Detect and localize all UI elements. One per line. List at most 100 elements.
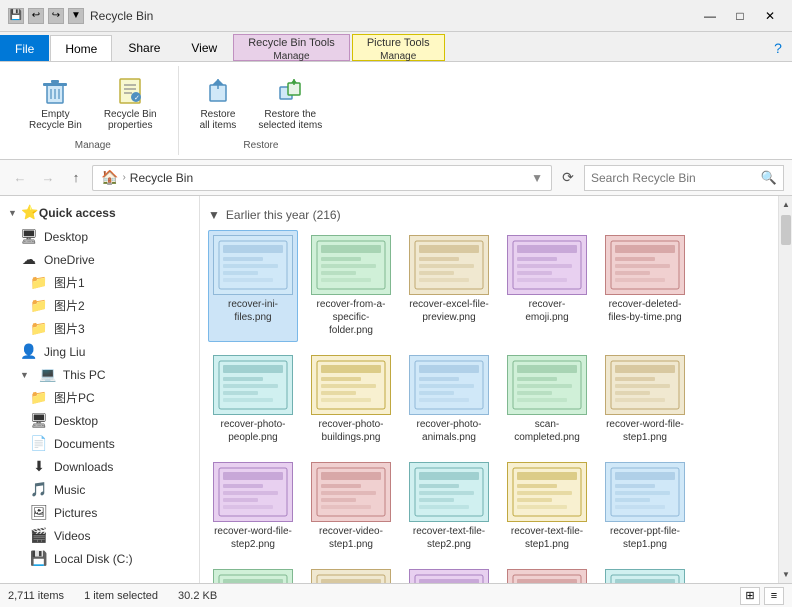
recycle-bin-tools-sub[interactable]: Manage <box>233 51 350 61</box>
search-input[interactable] <box>591 171 757 185</box>
file-item[interactable]: recover-photo-step1.png <box>404 564 494 583</box>
onedrive-label: OneDrive <box>44 253 95 267</box>
section-toggle[interactable]: ▼ <box>208 208 220 222</box>
back-button[interactable]: ← <box>8 166 32 190</box>
tab-share[interactable]: Share <box>113 35 175 61</box>
file-thumbnail <box>311 355 391 415</box>
file-name: recover-photo-animals.png <box>409 418 489 444</box>
file-item[interactable]: recover-word-file-step2.png <box>208 457 298 556</box>
maximize-button[interactable]: □ <box>726 5 754 27</box>
sidebar-item-music[interactable]: 🎵 Music <box>0 478 199 501</box>
file-name: recover-from-a-specific-folder.png <box>311 298 391 337</box>
redo-icon[interactable]: ↪ <box>48 8 64 24</box>
recycle-properties-button[interactable]: ✓ Recycle Binproperties <box>95 70 166 136</box>
search-icon[interactable]: 🔍 <box>761 170 777 186</box>
manage-tab-1[interactable]: Manage <box>234 51 349 62</box>
file-item[interactable]: recover-data-step3 - Copy.png <box>306 564 396 583</box>
manage-buttons: EmptyRecycle Bin ✓ Recycle Binproperties <box>20 70 166 136</box>
file-item[interactable]: recover-word-file-step1.png <box>600 350 690 449</box>
restore-selected-icon <box>274 75 306 107</box>
sidebar-item-this-pc[interactable]: ▼ 💻 This PC <box>0 363 199 386</box>
manage-tab-2[interactable]: Manage <box>353 51 444 62</box>
vertical-scrollbar[interactable]: ▲ ▼ <box>778 196 792 583</box>
file-name: recover-excel-file-preview.png <box>409 298 489 324</box>
file-thumbnail <box>507 569 587 583</box>
undo-icon[interactable]: ↩ <box>28 8 44 24</box>
large-icons-view-button[interactable]: ⊞ <box>740 587 760 605</box>
file-item[interactable]: recover-photo-buildings.png <box>306 350 396 449</box>
pictures-label: Pictures <box>54 506 97 520</box>
desktop-icon: 🖥 <box>20 228 38 245</box>
forward-button[interactable]: → <box>36 166 60 190</box>
customize-icon[interactable]: ▼ <box>68 8 84 24</box>
sidebar-item-local-disk[interactable]: 💾 Local Disk (C:) <box>0 547 199 570</box>
desktop2-label: Desktop <box>54 414 98 428</box>
file-item[interactable]: recover-ini-files.png <box>208 230 298 342</box>
picture-tools-sub[interactable]: Manage <box>352 51 445 61</box>
file-item[interactable]: recover-photo-people.png <box>208 350 298 449</box>
onedrive-icon: ☁ <box>20 251 38 268</box>
up-button[interactable]: ↑ <box>64 166 88 190</box>
item-count: 2,711 items <box>8 590 64 602</box>
file-item[interactable]: recover-ppt-file-step2.png <box>208 564 298 583</box>
file-item[interactable]: scan-completed.png <box>502 350 592 449</box>
sidebar-item-folder3[interactable]: 📁 图片3 <box>0 317 199 340</box>
sidebar-item-videos[interactable]: 🎬 Videos <box>0 524 199 547</box>
refresh-button[interactable]: ⟳ <box>556 166 580 190</box>
restore-selected-button[interactable]: Restore theselected items <box>249 70 331 136</box>
help-button[interactable]: ? <box>764 35 792 61</box>
file-thumbnail <box>605 569 685 583</box>
restore-all-button[interactable]: Restoreall items <box>191 70 246 136</box>
quick-access-section: ▼ ⭐ Quick access 🖥 Desktop ☁ OneDrive 📁 … <box>0 200 199 570</box>
sidebar-item-documents[interactable]: 📄 Documents <box>0 432 199 455</box>
sidebar-item-desktop2[interactable]: 🖥 Desktop <box>0 409 199 432</box>
save-icon[interactable]: 💾 <box>8 8 24 24</box>
minimize-button[interactable]: — <box>696 5 724 27</box>
sidebar-item-onedrive[interactable]: ☁ OneDrive <box>0 248 199 271</box>
sidebar-item-folder2[interactable]: 📁 图片2 <box>0 294 199 317</box>
file-item[interactable]: recover-photo-animals.png <box>404 350 494 449</box>
quick-access-header[interactable]: ▼ ⭐ Quick access <box>0 200 199 225</box>
file-item[interactable]: recover-pdf-file-step1.png <box>600 564 690 583</box>
videos-label: Videos <box>54 529 90 543</box>
file-item[interactable]: recover-video-step1.png <box>306 457 396 556</box>
file-thumbnail <box>605 355 685 415</box>
file-item[interactable]: recover-ppt-file-step1.png <box>600 457 690 556</box>
file-name: recover-video-step1.png <box>311 525 391 551</box>
title-bar-left: 💾 ↩ ↪ ▼ Recycle Bin <box>8 8 153 24</box>
file-name: recover-photo-people.png <box>213 418 293 444</box>
properties-label: Recycle Binproperties <box>104 109 157 131</box>
restore-selected-label: Restore theselected items <box>258 109 322 131</box>
path-dropdown-icon[interactable]: ▼ <box>531 171 543 185</box>
file-thumbnail <box>213 235 293 295</box>
sidebar-item-jing-liu[interactable]: 👤 Jing Liu <box>0 340 199 363</box>
quick-access-label: Quick access <box>39 206 116 220</box>
sidebar-item-desktop[interactable]: 🖥 Desktop <box>0 225 199 248</box>
documents-label: Documents <box>54 437 115 451</box>
ribbon-content: EmptyRecycle Bin ✓ Recycle Binproperties… <box>0 62 792 160</box>
sidebar-item-pc-folder[interactable]: 📁 图片PC <box>0 386 199 409</box>
sidebar-item-downloads[interactable]: ⬇ Downloads <box>0 455 199 478</box>
details-view-button[interactable]: ≡ <box>764 587 784 605</box>
file-item[interactable]: recover-excel-file-preview.png <box>404 230 494 342</box>
tab-home[interactable]: Home <box>50 35 112 61</box>
file-item[interactable]: recover-from-a-specific-folder.png <box>306 230 396 342</box>
file-item[interactable]: recover-emoji.png <box>502 230 592 342</box>
content-scroll[interactable]: ▼ Earlier this year (216) recover-ini-fi… <box>200 196 778 583</box>
scroll-up-arrow[interactable]: ▲ <box>779 196 792 213</box>
sidebar-item-pictures[interactable]: 🖼 Pictures <box>0 501 199 524</box>
file-item[interactable]: recover-text-file-step2.png <box>404 457 494 556</box>
tab-view[interactable]: View <box>176 35 232 61</box>
close-button[interactable]: ✕ <box>756 5 784 27</box>
address-path[interactable]: 🏠 › Recycle Bin ▼ <box>92 165 552 191</box>
empty-recycle-bin-button[interactable]: EmptyRecycle Bin <box>20 70 91 136</box>
sidebar-item-folder1[interactable]: 📁 图片1 <box>0 271 199 294</box>
file-item[interactable]: recover-pdf-file-step2.png <box>502 564 592 583</box>
file-thumbnail <box>507 355 587 415</box>
properties-icon: ✓ <box>114 75 146 107</box>
file-item[interactable]: recover-deleted-files-by-time.png <box>600 230 690 342</box>
file-item[interactable]: recover-text-file-step1.png <box>502 457 592 556</box>
scroll-thumb[interactable] <box>781 215 791 245</box>
tab-file[interactable]: File <box>0 35 49 61</box>
scroll-down-arrow[interactable]: ▼ <box>779 566 792 583</box>
